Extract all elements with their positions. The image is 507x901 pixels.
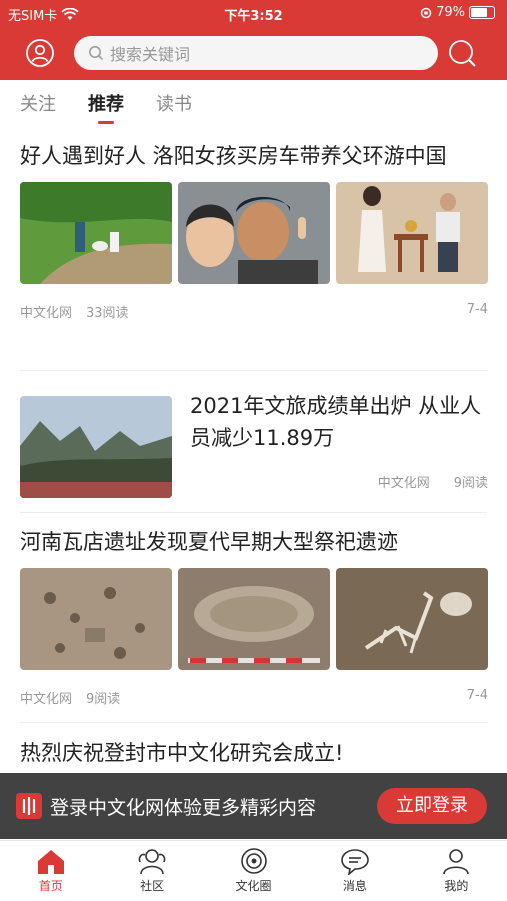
news-item[interactable]: 好人遇到好人 洛阳女孩买房车带养父环游中国 中文化网 33阅读 7-4: [20, 140, 488, 321]
category-tabs: 关注 推荐 读书: [20, 90, 224, 124]
divider: [20, 512, 487, 513]
news-meta: 中文化网 9阅读: [378, 472, 488, 491]
news-image[interactable]: [336, 568, 488, 670]
news-title[interactable]: 河南瓦店遗址发现夏代早期大型祭祀遗迹: [20, 526, 488, 558]
news-source: 中文化网: [20, 692, 73, 707]
news-reads: 9阅读: [86, 692, 121, 707]
news-images: [20, 568, 488, 670]
news-image[interactable]: [178, 568, 330, 670]
news-images: [20, 182, 488, 284]
search-placeholder: 搜索关键词: [110, 45, 191, 64]
divider: [20, 370, 487, 371]
battery-icon: [469, 6, 495, 19]
news-image[interactable]: [178, 182, 330, 284]
news-reads: 9阅读: [453, 476, 488, 491]
message-icon: [341, 849, 369, 875]
orientation-lock-icon: [420, 7, 432, 18]
news-item[interactable]: 河南瓦店遗址发现夏代早期大型祭祀遗迹 中文化网 9阅读 7-4: [20, 526, 488, 707]
news-reads: 33阅读: [86, 306, 129, 321]
search-input[interactable]: 搜索关键词: [74, 36, 438, 70]
bottom-nav: 首页 社区 文化圈 消息 我的: [0, 840, 507, 901]
tab-follow[interactable]: 关注: [20, 90, 56, 124]
news-item[interactable]: 热烈庆祝登封市中文化研究会成立!: [20, 737, 488, 769]
news-title[interactable]: 2021年文旅成绩单出炉 从业人员减少11.89万: [190, 390, 488, 454]
nav-label: 首页: [38, 879, 63, 893]
news-item[interactable]: 2021年文旅成绩单出炉 从业人员减少11.89万 中文化网 9阅读: [20, 390, 488, 500]
news-image[interactable]: [20, 568, 172, 670]
news-image[interactable]: [20, 182, 172, 284]
news-image[interactable]: [336, 182, 488, 284]
nav-community[interactable]: 社区: [101, 841, 202, 901]
community-icon: [138, 849, 166, 875]
login-banner-text: 登录中文化网体验更多精彩内容: [50, 797, 317, 819]
nav-profile[interactable]: 我的: [406, 841, 507, 901]
nav-culture-circle[interactable]: 文化圈: [203, 841, 304, 901]
news-title[interactable]: 好人遇到好人 洛阳女孩买房车带养父环游中国: [20, 140, 488, 172]
nav-label: 文化圈: [235, 879, 272, 893]
login-button[interactable]: 立即登录: [377, 788, 487, 824]
tab-recommend[interactable]: 推荐: [88, 90, 124, 124]
nav-messages[interactable]: 消息: [304, 841, 405, 901]
status-bar: 无SIM卡 下午3:52 79%: [0, 0, 507, 26]
search-button-icon[interactable]: [447, 38, 477, 68]
battery-percent: 79%: [436, 5, 465, 20]
tab-reading[interactable]: 读书: [156, 90, 192, 124]
news-source: 中文化网: [20, 306, 73, 321]
news-image[interactable]: [20, 396, 172, 498]
divider: [20, 722, 487, 723]
user-avatar-icon[interactable]: [25, 38, 55, 68]
news-source: 中文化网: [377, 476, 430, 491]
status-right: 79%: [420, 5, 495, 20]
app-header: 无SIM卡 下午3:52 79% 搜索关键词: [0, 0, 507, 80]
header-toolbar: 搜索关键词: [0, 34, 507, 74]
news-date: 7-4: [466, 688, 488, 703]
nav-label: 消息: [342, 879, 367, 893]
nav-label: 我的: [444, 879, 469, 893]
news-meta: 中文化网 9阅读 7-4: [20, 688, 488, 707]
search-icon: [89, 46, 104, 61]
news-meta: 中文化网 33阅读 7-4: [20, 302, 488, 321]
login-banner: 登录中文化网体验更多精彩内容 立即登录: [0, 773, 507, 839]
home-icon: [37, 850, 64, 874]
profile-icon: [443, 849, 470, 875]
news-date: 7-4: [466, 302, 488, 317]
nav-home[interactable]: 首页: [0, 841, 101, 901]
app-logo-icon: [16, 793, 42, 819]
culture-circle-icon: [240, 848, 267, 874]
news-title[interactable]: 热烈庆祝登封市中文化研究会成立!: [20, 737, 488, 769]
nav-label: 社区: [140, 879, 165, 893]
